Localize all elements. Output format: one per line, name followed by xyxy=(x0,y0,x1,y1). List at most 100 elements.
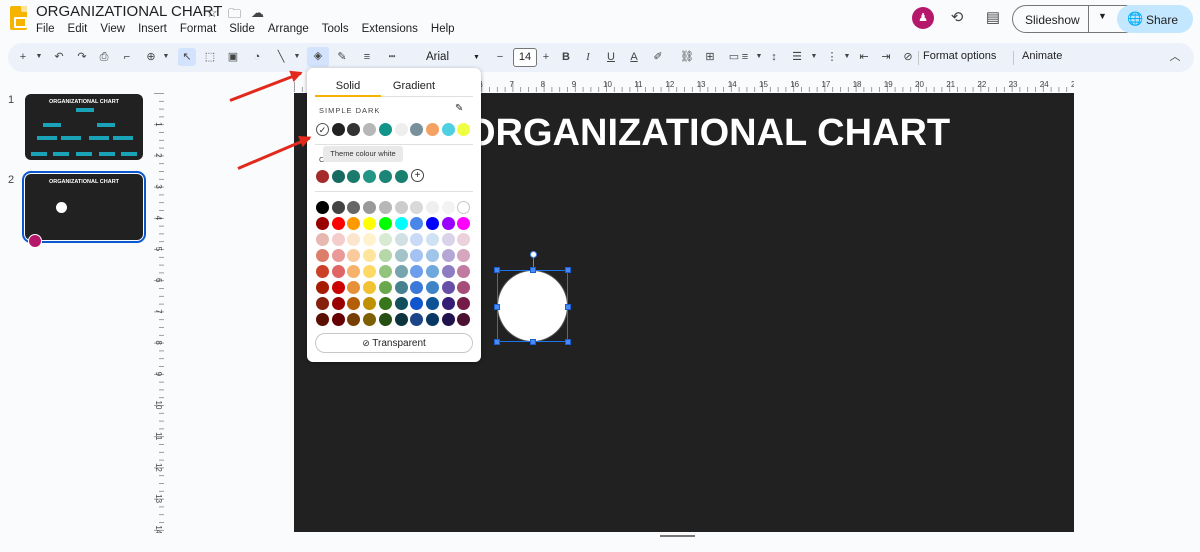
palette-color-swatch[interactable] xyxy=(425,281,439,294)
palette-color-swatch[interactable] xyxy=(363,217,377,230)
menu-slide[interactable]: Slide xyxy=(229,23,255,35)
share-button[interactable]: 🌐 Share xyxy=(1117,5,1193,33)
palette-color-swatch[interactable] xyxy=(331,249,345,262)
palette-color-swatch[interactable] xyxy=(363,201,377,214)
palette-color-swatch[interactable] xyxy=(378,233,392,246)
palette-color-swatch[interactable] xyxy=(316,201,329,214)
palette-color-swatch[interactable] xyxy=(378,313,392,326)
palette-color-swatch[interactable] xyxy=(425,249,439,262)
palette-color-swatch[interactable] xyxy=(316,281,329,294)
palette-color-swatch[interactable] xyxy=(378,217,392,230)
palette-color-swatch[interactable] xyxy=(331,313,345,326)
bold-icon[interactable]: B xyxy=(557,48,575,66)
palette-color-swatch[interactable] xyxy=(316,297,329,310)
palette-color-swatch[interactable] xyxy=(441,265,455,278)
theme-color-swatch[interactable] xyxy=(425,123,439,136)
palette-color-swatch[interactable] xyxy=(441,201,455,214)
select-icon[interactable]: ↖ xyxy=(178,48,196,66)
palette-color-swatch[interactable] xyxy=(378,297,392,310)
text-color-icon[interactable]: A xyxy=(625,48,643,66)
theme-color-swatch[interactable] xyxy=(363,123,377,136)
palette-color-swatch[interactable] xyxy=(441,281,455,294)
menu-arrange[interactable]: Arrange xyxy=(268,23,309,35)
palette-color-swatch[interactable] xyxy=(363,265,377,278)
palette-color-swatch[interactable] xyxy=(425,265,439,278)
palette-color-swatch[interactable] xyxy=(457,201,471,214)
menu-insert[interactable]: Insert xyxy=(138,23,167,35)
tab-gradient[interactable]: Gradient xyxy=(381,80,447,92)
palette-color-swatch[interactable] xyxy=(410,217,424,230)
palette-color-swatch[interactable] xyxy=(394,217,408,230)
palette-color-swatch[interactable] xyxy=(347,281,361,294)
palette-color-swatch[interactable] xyxy=(363,249,377,262)
palette-color-swatch[interactable] xyxy=(394,233,408,246)
menu-extensions[interactable]: Extensions xyxy=(362,23,418,35)
palette-color-swatch[interactable] xyxy=(441,313,455,326)
palette-color-swatch[interactable] xyxy=(441,249,455,262)
resize-handle-w[interactable] xyxy=(494,304,500,310)
resize-handle-se[interactable] xyxy=(565,339,571,345)
custom-color-swatch[interactable] xyxy=(347,170,361,183)
palette-color-swatch[interactable] xyxy=(316,249,329,262)
fill-color-icon[interactable]: ◈ xyxy=(307,47,329,67)
palette-color-swatch[interactable] xyxy=(394,297,408,310)
shape-icon[interactable]: ◔ xyxy=(248,48,266,66)
palette-color-swatch[interactable] xyxy=(378,281,392,294)
theme-color-swatch[interactable] xyxy=(457,123,471,136)
resize-handle-e[interactable] xyxy=(565,304,571,310)
theme-color-swatch[interactable] xyxy=(410,123,424,136)
speaker-notes-handle[interactable] xyxy=(660,535,695,537)
palette-color-swatch[interactable] xyxy=(457,265,471,278)
palette-color-swatch[interactable] xyxy=(347,201,361,214)
link-icon[interactable]: ⛓ xyxy=(678,48,696,66)
decrease-font-size-icon[interactable]: − xyxy=(491,48,509,66)
palette-color-swatch[interactable] xyxy=(457,233,471,246)
resize-handle-sw[interactable] xyxy=(494,339,500,345)
palette-color-swatch[interactable] xyxy=(331,297,345,310)
palette-color-swatch[interactable] xyxy=(457,249,471,262)
palette-color-swatch[interactable] xyxy=(410,233,424,246)
menu-file[interactable]: File xyxy=(36,23,55,35)
underline-icon[interactable]: U xyxy=(602,48,620,66)
add-comment-icon[interactable]: ⊞ xyxy=(701,48,719,66)
increase-indent-icon[interactable]: ⇥ xyxy=(877,48,895,66)
palette-color-swatch[interactable] xyxy=(363,313,377,326)
palette-color-swatch[interactable] xyxy=(425,233,439,246)
document-title[interactable]: ORGANIZATIONAL CHART xyxy=(36,3,222,20)
resize-handle-nw[interactable] xyxy=(494,267,500,273)
palette-color-swatch[interactable] xyxy=(441,217,455,230)
resize-handle-n[interactable] xyxy=(530,267,536,273)
palette-color-swatch[interactable] xyxy=(316,233,329,246)
slide-thumbnail-1[interactable]: ORGANIZATIONAL CHART xyxy=(25,94,143,160)
palette-color-swatch[interactable] xyxy=(394,281,408,294)
new-slide-dropdown-icon[interactable]: ▼ xyxy=(30,48,48,66)
theme-color-swatch[interactable]: ✓ xyxy=(316,123,329,136)
menu-help[interactable]: Help xyxy=(431,23,455,35)
palette-color-swatch[interactable] xyxy=(410,265,424,278)
line-dropdown-icon[interactable]: ▼ xyxy=(288,48,306,66)
palette-color-swatch[interactable] xyxy=(457,281,471,294)
redo-icon[interactable]: ↷ xyxy=(73,48,91,66)
palette-color-swatch[interactable] xyxy=(394,249,408,262)
palette-color-swatch[interactable] xyxy=(394,265,408,278)
border-dash-icon[interactable]: ┅ xyxy=(383,48,401,66)
palette-color-swatch[interactable] xyxy=(331,265,345,278)
palette-color-swatch[interactable] xyxy=(331,281,345,294)
palette-color-swatch[interactable] xyxy=(347,233,361,246)
comments-icon[interactable]: ▤ xyxy=(982,8,1004,26)
palette-color-swatch[interactable] xyxy=(457,297,471,310)
palette-color-swatch[interactable] xyxy=(378,201,392,214)
paint-format-icon[interactable]: ⌐ xyxy=(118,48,136,66)
undo-icon[interactable]: ↶ xyxy=(50,48,68,66)
palette-color-swatch[interactable] xyxy=(425,313,439,326)
palette-color-swatch[interactable] xyxy=(316,265,329,278)
avatar-icon[interactable]: ♟ xyxy=(912,7,934,29)
palette-color-swatch[interactable] xyxy=(363,281,377,294)
font-select[interactable]: Arial ▼ xyxy=(418,47,484,68)
palette-color-swatch[interactable] xyxy=(410,249,424,262)
slides-logo-icon[interactable] xyxy=(10,6,27,30)
palette-color-swatch[interactable] xyxy=(441,297,455,310)
transparent-button[interactable]: ⊘ Transparent xyxy=(315,333,473,353)
palette-color-swatch[interactable] xyxy=(316,313,329,326)
add-custom-color-icon[interactable]: + xyxy=(411,169,424,182)
